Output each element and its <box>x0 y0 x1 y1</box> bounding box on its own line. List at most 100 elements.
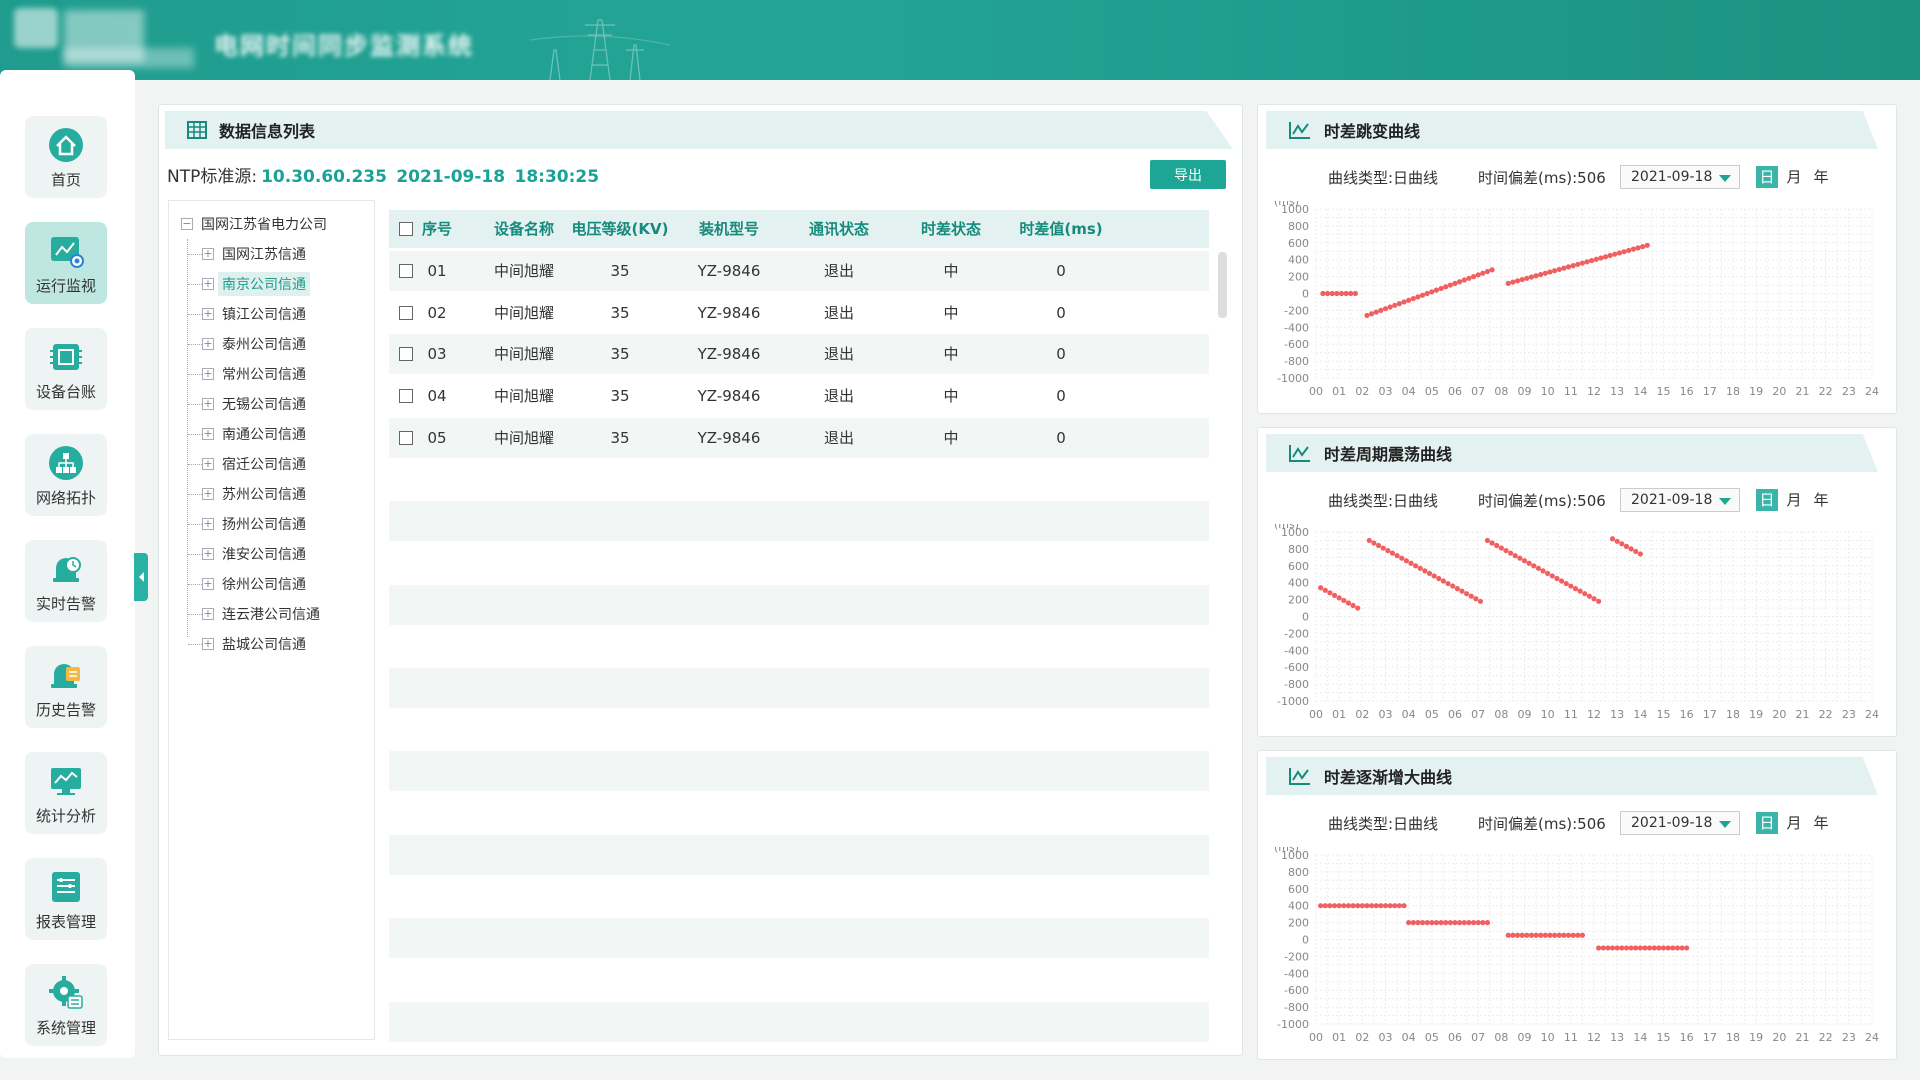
date-select[interactable]: 2021-09-18 <box>1620 811 1740 835</box>
chart-title: 时差周期震荡曲线 <box>1324 445 1453 464</box>
y-tick-label: -400 <box>1284 644 1309 657</box>
x-tick-label: 18 <box>1726 385 1740 398</box>
tree-node[interactable]: + 扬州公司信通 <box>188 511 310 537</box>
data-point <box>1547 932 1553 938</box>
data-point <box>1556 266 1562 273</box>
nav-item-history-alarm[interactable]: 历史告警 <box>25 646 107 728</box>
tree-node[interactable]: + 连云港公司信通 <box>188 601 324 627</box>
nav-item-statistics[interactable]: 统计分析 <box>25 752 107 834</box>
expand-icon[interactable]: + <box>202 338 214 350</box>
row-checkbox[interactable] <box>399 305 413 320</box>
collapse-sidebar-button[interactable] <box>134 553 148 601</box>
col-header-time-diff-value[interactable]: 时差值(ms) <box>1001 210 1121 248</box>
cell-model: YZ-9846 <box>697 428 761 447</box>
period-day-button[interactable]: 日 <box>1756 812 1778 834</box>
data-point <box>1582 591 1588 597</box>
table-row[interactable]: 01 中间旭耀 35 YZ-9846 退出 中 0 <box>389 251 1209 291</box>
expand-icon[interactable]: + <box>202 608 214 620</box>
data-point <box>1461 920 1467 926</box>
tree-node[interactable]: + 宿迁公司信通 <box>188 451 310 477</box>
row-checkbox[interactable] <box>399 389 413 404</box>
line-chart-icon <box>1289 768 1310 785</box>
data-point <box>1549 573 1555 579</box>
tree-node[interactable]: + 盐城公司信通 <box>188 631 310 657</box>
data-point <box>1575 932 1581 938</box>
expand-icon[interactable]: + <box>202 548 214 560</box>
col-header-voltage[interactable]: 电压等级(KV) <box>565 210 675 248</box>
expand-icon[interactable]: + <box>202 638 214 650</box>
table-row[interactable]: 02 中间旭耀 35 YZ-9846 退出 中 0 <box>389 293 1209 333</box>
tree-node[interactable]: + 镇江公司信通 <box>188 301 310 327</box>
nav-item-device-ledger[interactable]: 设备台账 <box>25 328 107 410</box>
period-month-button[interactable]: 月 <box>1783 489 1805 511</box>
expand-icon[interactable]: + <box>202 428 214 440</box>
nav-item-monitor[interactable]: 运行监视 <box>25 222 107 304</box>
data-point <box>1399 555 1405 561</box>
tree-node[interactable]: + 苏州公司信通 <box>188 481 310 507</box>
table-row-empty <box>389 793 1209 833</box>
select-all-checkbox[interactable] <box>399 222 413 236</box>
y-tick-label: 0 <box>1302 934 1309 947</box>
x-tick-label: 01 <box>1332 708 1346 721</box>
period-day-button[interactable]: 日 <box>1756 489 1778 511</box>
cell-time-diff-value: 0 <box>1056 387 1066 406</box>
tree-node[interactable]: + 常州公司信通 <box>188 361 310 387</box>
expand-icon[interactable]: + <box>202 578 214 590</box>
tree-node[interactable]: + 泰州公司信通 <box>188 331 310 357</box>
expand-icon[interactable]: + <box>202 308 214 320</box>
tree-node[interactable]: + 无锡公司信通 <box>188 391 310 417</box>
expand-icon[interactable]: + <box>202 398 214 410</box>
data-point <box>1619 945 1625 951</box>
period-month-button[interactable]: 月 <box>1783 812 1805 834</box>
table-row[interactable]: 05 中间旭耀 35 YZ-9846 退出 中 0 <box>389 417 1209 458</box>
expand-icon[interactable]: + <box>202 458 214 470</box>
expand-icon[interactable]: + <box>202 368 214 380</box>
table-row[interactable]: 04 中间旭耀 35 YZ-9846 退出 中 0 <box>389 376 1209 416</box>
nav-item-system[interactable]: 系统管理 <box>25 964 107 1046</box>
date-select[interactable]: 2021-09-18 <box>1620 488 1740 512</box>
tree-node[interactable]: + 国网江苏信通 <box>188 241 310 267</box>
col-header-comm-status[interactable]: 通讯状态 <box>789 210 889 248</box>
row-checkbox[interactable] <box>399 264 413 278</box>
chart-panel-header: 时差周期震荡曲线 <box>1266 434 1878 472</box>
nav-item-report[interactable]: 报表管理 <box>25 858 107 940</box>
tree-node[interactable]: + 徐州公司信通 <box>188 571 310 597</box>
table-row[interactable]: 03 中间旭耀 35 YZ-9846 退出 中 0 <box>389 334 1209 375</box>
tree-node[interactable]: + 淮安公司信通 <box>188 541 310 567</box>
data-point <box>1452 920 1458 926</box>
col-header-model[interactable]: 装机型号 <box>679 210 779 248</box>
period-year-button[interactable]: 年 <box>1810 812 1832 834</box>
period-month-button[interactable]: 月 <box>1783 166 1805 188</box>
data-point <box>1392 903 1398 909</box>
chart-plot: (ms)10008006004002000-200-400-600-800-10… <box>1274 201 1879 398</box>
data-point <box>1524 275 1530 281</box>
collapse-icon[interactable]: − <box>181 218 193 230</box>
cell-time-diff-status: 中 <box>943 387 959 406</box>
expand-icon[interactable]: + <box>202 518 214 530</box>
nav-item-realtime-alarm[interactable]: 实时告警 <box>25 540 107 622</box>
tree-root[interactable]: − 国网江苏省电力公司 <box>181 211 331 237</box>
period-year-button[interactable]: 年 <box>1810 489 1832 511</box>
table-scrollbar[interactable] <box>1218 252 1227 318</box>
col-header-time-diff-status[interactable]: 时差状态 <box>901 210 1001 248</box>
row-checkbox[interactable] <box>399 430 413 445</box>
expand-icon[interactable]: + <box>202 488 214 500</box>
col-header-index[interactable]: 序号 <box>417 210 457 248</box>
tree-node[interactable]: + 南京公司信通 <box>188 271 310 297</box>
col-header-device-name[interactable]: 设备名称 <box>484 210 564 248</box>
expand-icon[interactable]: + <box>202 278 214 290</box>
nav-item-home[interactable]: 首页 <box>25 116 107 198</box>
date-select[interactable]: 2021-09-18 <box>1620 165 1740 189</box>
tree-node[interactable]: + 南通公司信通 <box>188 421 310 447</box>
data-point <box>1558 578 1565 584</box>
data-point <box>1531 563 1537 569</box>
nav-item-topology[interactable]: 网络拓扑 <box>25 434 107 516</box>
export-button[interactable]: 导出 <box>1150 160 1226 189</box>
dropdown-arrow-icon <box>1719 175 1731 182</box>
period-year-button[interactable]: 年 <box>1810 166 1832 188</box>
period-day-button[interactable]: 日 <box>1756 166 1778 188</box>
expand-icon[interactable]: + <box>202 248 214 260</box>
x-tick-label: 01 <box>1332 1031 1346 1044</box>
row-checkbox[interactable] <box>399 347 413 362</box>
y-tick-label: -800 <box>1284 678 1309 691</box>
